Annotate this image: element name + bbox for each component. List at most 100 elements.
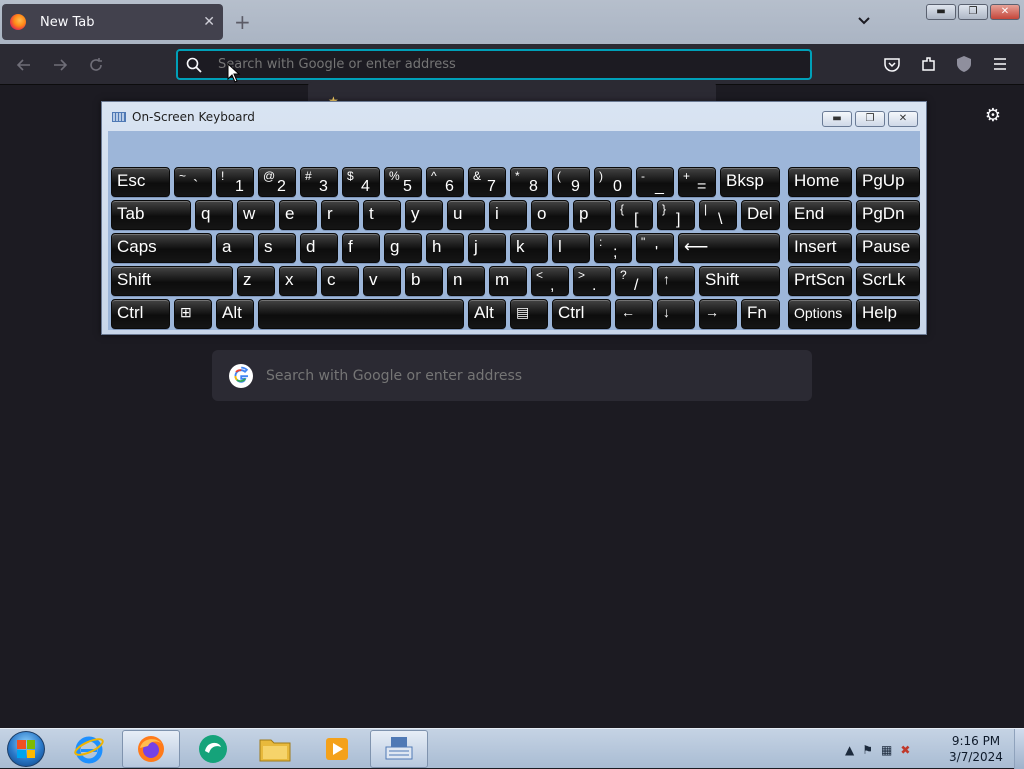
key-down-arrow[interactable]: ↓ bbox=[657, 299, 695, 329]
taskbar-file-explorer[interactable] bbox=[246, 730, 304, 768]
key-right-bracket[interactable]: }] bbox=[657, 200, 695, 230]
key-0[interactable]: ) 0 bbox=[594, 167, 632, 197]
tab-new-tab[interactable]: New Tab ✕ bbox=[2, 4, 223, 40]
key-m[interactable]: m bbox=[489, 266, 527, 296]
key-quote[interactable]: " ' bbox=[636, 233, 674, 263]
key-semicolon[interactable]: :; bbox=[594, 233, 632, 263]
key-k[interactable]: k bbox=[510, 233, 548, 263]
key-right-arrow[interactable]: → bbox=[699, 299, 737, 329]
key-1[interactable]: ! 1 bbox=[216, 167, 254, 197]
key-n[interactable]: n bbox=[447, 266, 485, 296]
key-tab[interactable]: Tab bbox=[111, 200, 191, 230]
show-hidden-icons-icon[interactable]: ▲ bbox=[845, 743, 854, 757]
key-comma[interactable]: <, bbox=[531, 266, 569, 296]
key-left-ctrl[interactable]: Ctrl bbox=[111, 299, 170, 329]
key-h[interactable]: h bbox=[426, 233, 464, 263]
key-a[interactable]: a bbox=[216, 233, 254, 263]
key-g[interactable]: g bbox=[384, 233, 422, 263]
key-scrlk[interactable]: ScrLk bbox=[856, 266, 920, 296]
key-s[interactable]: s bbox=[258, 233, 296, 263]
key-d[interactable]: d bbox=[300, 233, 338, 263]
key-home[interactable]: Home bbox=[788, 167, 852, 197]
window-minimize-button[interactable]: ▬ bbox=[926, 4, 956, 20]
tab-close-icon[interactable]: ✕ bbox=[203, 14, 215, 30]
key-left-shift[interactable]: Shift bbox=[111, 266, 233, 296]
key-insert[interactable]: Insert bbox=[788, 233, 852, 263]
key-w[interactable]: w bbox=[237, 200, 275, 230]
reload-icon[interactable] bbox=[87, 56, 105, 74]
taskbar-firefox[interactable] bbox=[122, 730, 180, 768]
key-minus[interactable]: - _ bbox=[636, 167, 674, 197]
network-icon[interactable]: ▦ bbox=[881, 743, 892, 757]
menu-hamburger-icon[interactable] bbox=[991, 55, 1009, 73]
key-prtscn[interactable]: PrtScn bbox=[788, 266, 852, 296]
key-y[interactable]: y bbox=[405, 200, 443, 230]
start-button[interactable] bbox=[7, 731, 45, 767]
osk-minimize-button[interactable]: ▬ bbox=[822, 111, 852, 127]
volume-muted-icon[interactable]: ✖ bbox=[900, 743, 910, 757]
key-space[interactable] bbox=[258, 299, 464, 329]
key-end[interactable]: End bbox=[788, 200, 852, 230]
key-8[interactable]: * 8 bbox=[510, 167, 548, 197]
key-i[interactable]: i bbox=[489, 200, 527, 230]
key-pause[interactable]: Pause bbox=[856, 233, 920, 263]
key-u[interactable]: u bbox=[447, 200, 485, 230]
key-f[interactable]: f bbox=[342, 233, 380, 263]
osk-maximize-button[interactable]: ❐ bbox=[855, 111, 885, 127]
key-enter[interactable]: ⟵ bbox=[678, 233, 780, 263]
key-o[interactable]: o bbox=[531, 200, 569, 230]
action-center-flag-icon[interactable]: ⚑ bbox=[862, 743, 873, 757]
address-input[interactable] bbox=[218, 57, 778, 72]
key-backspace[interactable]: Bksp bbox=[720, 167, 780, 197]
key-q[interactable]: q bbox=[195, 200, 233, 230]
new-tab-button[interactable]: + bbox=[234, 10, 251, 34]
osk-close-button[interactable]: ✕ bbox=[888, 111, 918, 127]
key-r[interactable]: r bbox=[321, 200, 359, 230]
key-e[interactable]: e bbox=[279, 200, 317, 230]
key-options[interactable]: Options bbox=[788, 299, 852, 329]
key-right-shift[interactable]: Shift bbox=[699, 266, 780, 296]
key-pgdn[interactable]: PgDn bbox=[856, 200, 920, 230]
taskbar-internet-explorer[interactable] bbox=[60, 730, 118, 768]
key-help[interactable]: Help bbox=[856, 299, 920, 329]
window-maximize-button[interactable]: ❐ bbox=[958, 4, 988, 20]
key-9[interactable]: (9 bbox=[552, 167, 590, 197]
key-period[interactable]: >. bbox=[573, 266, 611, 296]
key-pgup[interactable]: PgUp bbox=[856, 167, 920, 197]
forward-arrow-icon[interactable] bbox=[51, 56, 69, 74]
show-desktop-button[interactable] bbox=[1014, 729, 1024, 769]
taskbar-media-player[interactable] bbox=[308, 730, 366, 768]
address-bar[interactable] bbox=[176, 49, 812, 80]
extensions-puzzle-icon[interactable] bbox=[920, 55, 938, 73]
key-fn[interactable]: Fn bbox=[741, 299, 780, 329]
system-clock[interactable]: 9:16 PM 3/7/2024 bbox=[940, 733, 1012, 765]
key-5[interactable]: % 5 bbox=[384, 167, 422, 197]
key-3[interactable]: #3 bbox=[300, 167, 338, 197]
key-delete[interactable]: Del bbox=[741, 200, 780, 230]
key-equals[interactable]: + = bbox=[678, 167, 716, 197]
taskbar-on-screen-keyboard[interactable] bbox=[370, 730, 428, 768]
key-left-arrow[interactable]: ← bbox=[615, 299, 653, 329]
key-2[interactable]: @2 bbox=[258, 167, 296, 197]
key-6[interactable]: ^ 6 bbox=[426, 167, 464, 197]
key-l[interactable]: l bbox=[552, 233, 590, 263]
key-p[interactable]: p bbox=[573, 200, 611, 230]
key-4[interactable]: $4 bbox=[342, 167, 380, 197]
key-caps[interactable]: Caps bbox=[111, 233, 212, 263]
key-menu[interactable]: ▤ bbox=[510, 299, 548, 329]
newtab-search-input[interactable] bbox=[266, 367, 786, 384]
key-z[interactable]: z bbox=[237, 266, 275, 296]
newtab-search-box[interactable] bbox=[212, 350, 812, 401]
key-j[interactable]: j bbox=[468, 233, 506, 263]
key-backslash[interactable]: | \ bbox=[699, 200, 737, 230]
key-left-alt[interactable]: Alt bbox=[216, 299, 254, 329]
window-close-button[interactable]: ✕ bbox=[990, 4, 1020, 20]
osk-titlebar[interactable]: On-Screen Keyboard bbox=[102, 102, 926, 132]
key-c[interactable]: c bbox=[321, 266, 359, 296]
key-tilde[interactable]: ~ ` bbox=[174, 167, 212, 197]
ublock-shield-icon[interactable] bbox=[955, 55, 973, 73]
taskbar-media-app[interactable] bbox=[184, 730, 242, 768]
key-7[interactable]: & 7 bbox=[468, 167, 506, 197]
list-all-tabs-icon[interactable] bbox=[856, 12, 872, 28]
gear-icon[interactable]: ⚙ bbox=[983, 106, 1003, 126]
